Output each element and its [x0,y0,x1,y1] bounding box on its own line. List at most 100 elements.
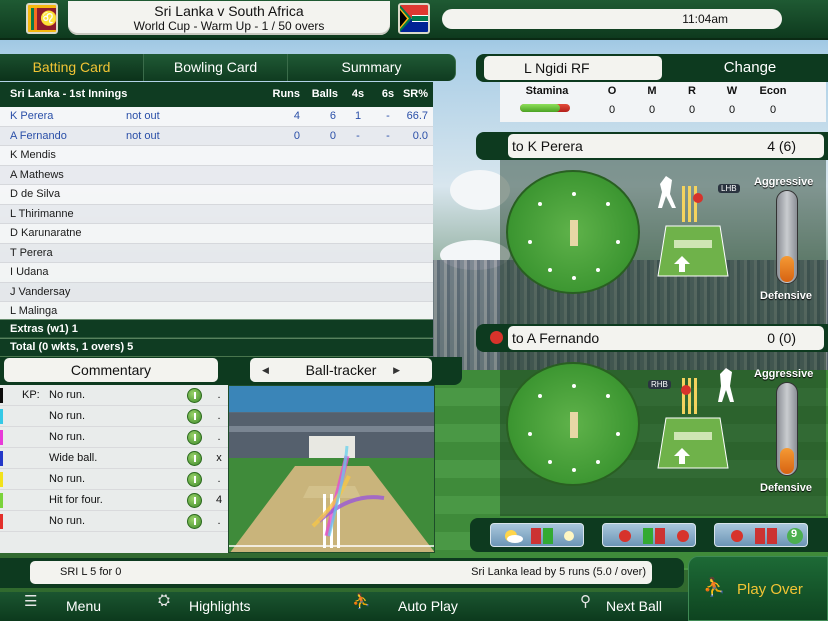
batter-name: D Karunaratne [10,227,82,239]
list-item[interactable]: Hit for four. 4 [0,490,228,511]
play-over-button[interactable]: ⛹ Play Over [688,556,828,621]
change-bowler-button[interactable]: Change [672,54,828,82]
commentary-text: Wide ball. [49,452,98,464]
batter1-defensive-label: Defensive [760,290,812,302]
commentary-tab[interactable]: Commentary [4,358,218,382]
table-row[interactable]: K Mendis [0,146,433,166]
batter2-bar: to A Fernando 0 (0) [476,324,828,352]
batter-name: L Thirimanne [10,207,74,220]
table-row[interactable]: L Thirimanne [0,204,433,224]
list-item[interactable]: No run.. [0,406,228,427]
highlights-icon[interactable]: ⛭ [158,592,170,609]
batter1-label: to K Perera 4 (6) [508,134,824,158]
table-row[interactable]: A Mathews [0,165,433,185]
replay-ball-icon[interactable] [187,493,202,508]
batter-name: D de Silva [10,188,61,200]
ball-tracker-view[interactable] [228,385,435,553]
batter2-defensive-label: Defensive [760,482,812,494]
batter1-hand: LHB [718,184,740,193]
next-arrow-icon[interactable]: ▶ [393,358,400,382]
card-tabs: Batting Card Bowling Card Summary [0,54,456,81]
replay-ball-icon[interactable] [187,451,202,466]
list-item[interactable]: No run.. [0,511,228,532]
color-stripe [0,430,3,445]
batter2-stance[interactable] [648,360,738,470]
ball-result: . [217,515,221,527]
auto-play-button[interactable]: Auto Play [398,592,458,621]
batter-fours: 1 [354,110,362,122]
field-setting-1[interactable] [506,170,640,294]
col-6s: 6s [381,88,395,100]
bowler-bar: L Ngidi RF Change [476,54,828,82]
list-item[interactable]: Wide ball. x [0,448,228,469]
tab-summary[interactable]: Summary [288,54,456,81]
table-row[interactable]: D Karunaratne [0,224,433,244]
batter-name: J Vandersay [10,285,71,298]
table-row[interactable]: J Vandersay [0,282,433,302]
list-item[interactable]: KP: No run.. [0,385,228,406]
table-row[interactable]: L Malinga [0,302,433,319]
economy-value: 0 [769,104,777,116]
color-stripe [0,514,3,529]
maidens-value: 0 [648,104,656,116]
replay-ball-icon[interactable] [187,514,202,529]
batter2-name: to A Fernando [512,330,600,346]
menu-icon[interactable]: ☰ [24,592,37,610]
batter-name: T Perera [10,246,53,259]
ball-tracker-tab[interactable]: ◀ Ball-tracker ▶ [250,358,432,382]
highlights-button[interactable]: Highlights [189,592,250,621]
batter1-aggression-slider[interactable] [776,190,798,284]
table-row[interactable]: D de Silva [0,185,433,205]
commentary-text: No run. [49,473,86,485]
batter2-aggressive-label: Aggressive [754,368,814,380]
auto-play-icon[interactable]: ⛹ [352,592,371,610]
next-ball-button[interactable]: Next Ball [606,592,662,621]
table-row[interactable]: I Udana [0,263,433,283]
ball-tracker-label: Ball-tracker [305,362,377,378]
commentary-list: KP: No run.. No run.. No run.. Wide ball. x No… [0,385,228,553]
sri-lanka-flag-icon: ♌ [26,3,58,34]
play-over-label: Play Over [737,581,803,598]
tab-bowling-card[interactable]: Bowling Card [144,54,288,81]
replay-ball-icon[interactable] [187,388,202,403]
next-ball-icon[interactable]: ⚲ [580,592,591,610]
ball-result: x [216,452,222,464]
batter-strike-rate: 66.7 [406,110,428,122]
replay-ball-icon[interactable] [187,430,202,445]
replay-ball-icon[interactable] [187,472,202,487]
table-row[interactable]: K Perera not out 4 6 1 - 66.7 [0,107,433,127]
list-item[interactable]: No run.. [0,469,228,490]
prev-arrow-icon[interactable]: ◀ [262,358,269,382]
overs-header: O [607,85,617,97]
list-item[interactable]: No run.. [0,427,228,448]
bowler-name: L Ngidi RF [484,56,662,80]
batter-runs: 0 [293,129,300,142]
batter2-aggression-slider[interactable] [776,382,798,476]
batter-strike-rate: 0.0 [412,129,428,142]
table-row[interactable]: A Fernando not out 0 0 - - 0.0 [0,126,433,146]
color-stripe [0,472,3,487]
batter-name: L Malinga [10,305,58,317]
pitch-tool[interactable] [602,523,696,547]
replay-ball-icon[interactable] [187,409,202,424]
col-4s: 4s [351,88,365,100]
table-row[interactable]: T Perera [0,243,433,263]
clock: 11:04am [442,9,782,29]
bottom-nav: ☰ Menu ⛭ Highlights ⛹ Auto Play ⚲ Next B… [0,592,688,621]
batter2-hand: RHB [648,380,671,389]
menu-button[interactable]: Menu [66,592,101,621]
tab-batting-card[interactable]: Batting Card [0,54,144,81]
commentary-text: No run. [49,410,86,422]
batter1-score: 4 (6) [767,138,796,154]
field-setting-2[interactable] [506,362,640,486]
commentary-text: Hit for four. [49,494,103,506]
kp-label: KP: [22,389,40,401]
batter2-field: RHB Aggressive Defensive [500,352,826,516]
stamina-bar [520,104,570,112]
col-sr: SR% [402,88,428,100]
weather-tool[interactable] [490,523,584,547]
color-stripe [0,388,3,403]
total: Total (0 wkts, 1 overs) 5 [0,339,433,356]
ball-condition-tool[interactable]: 9 [714,523,808,547]
batter-status: not out [126,110,160,122]
